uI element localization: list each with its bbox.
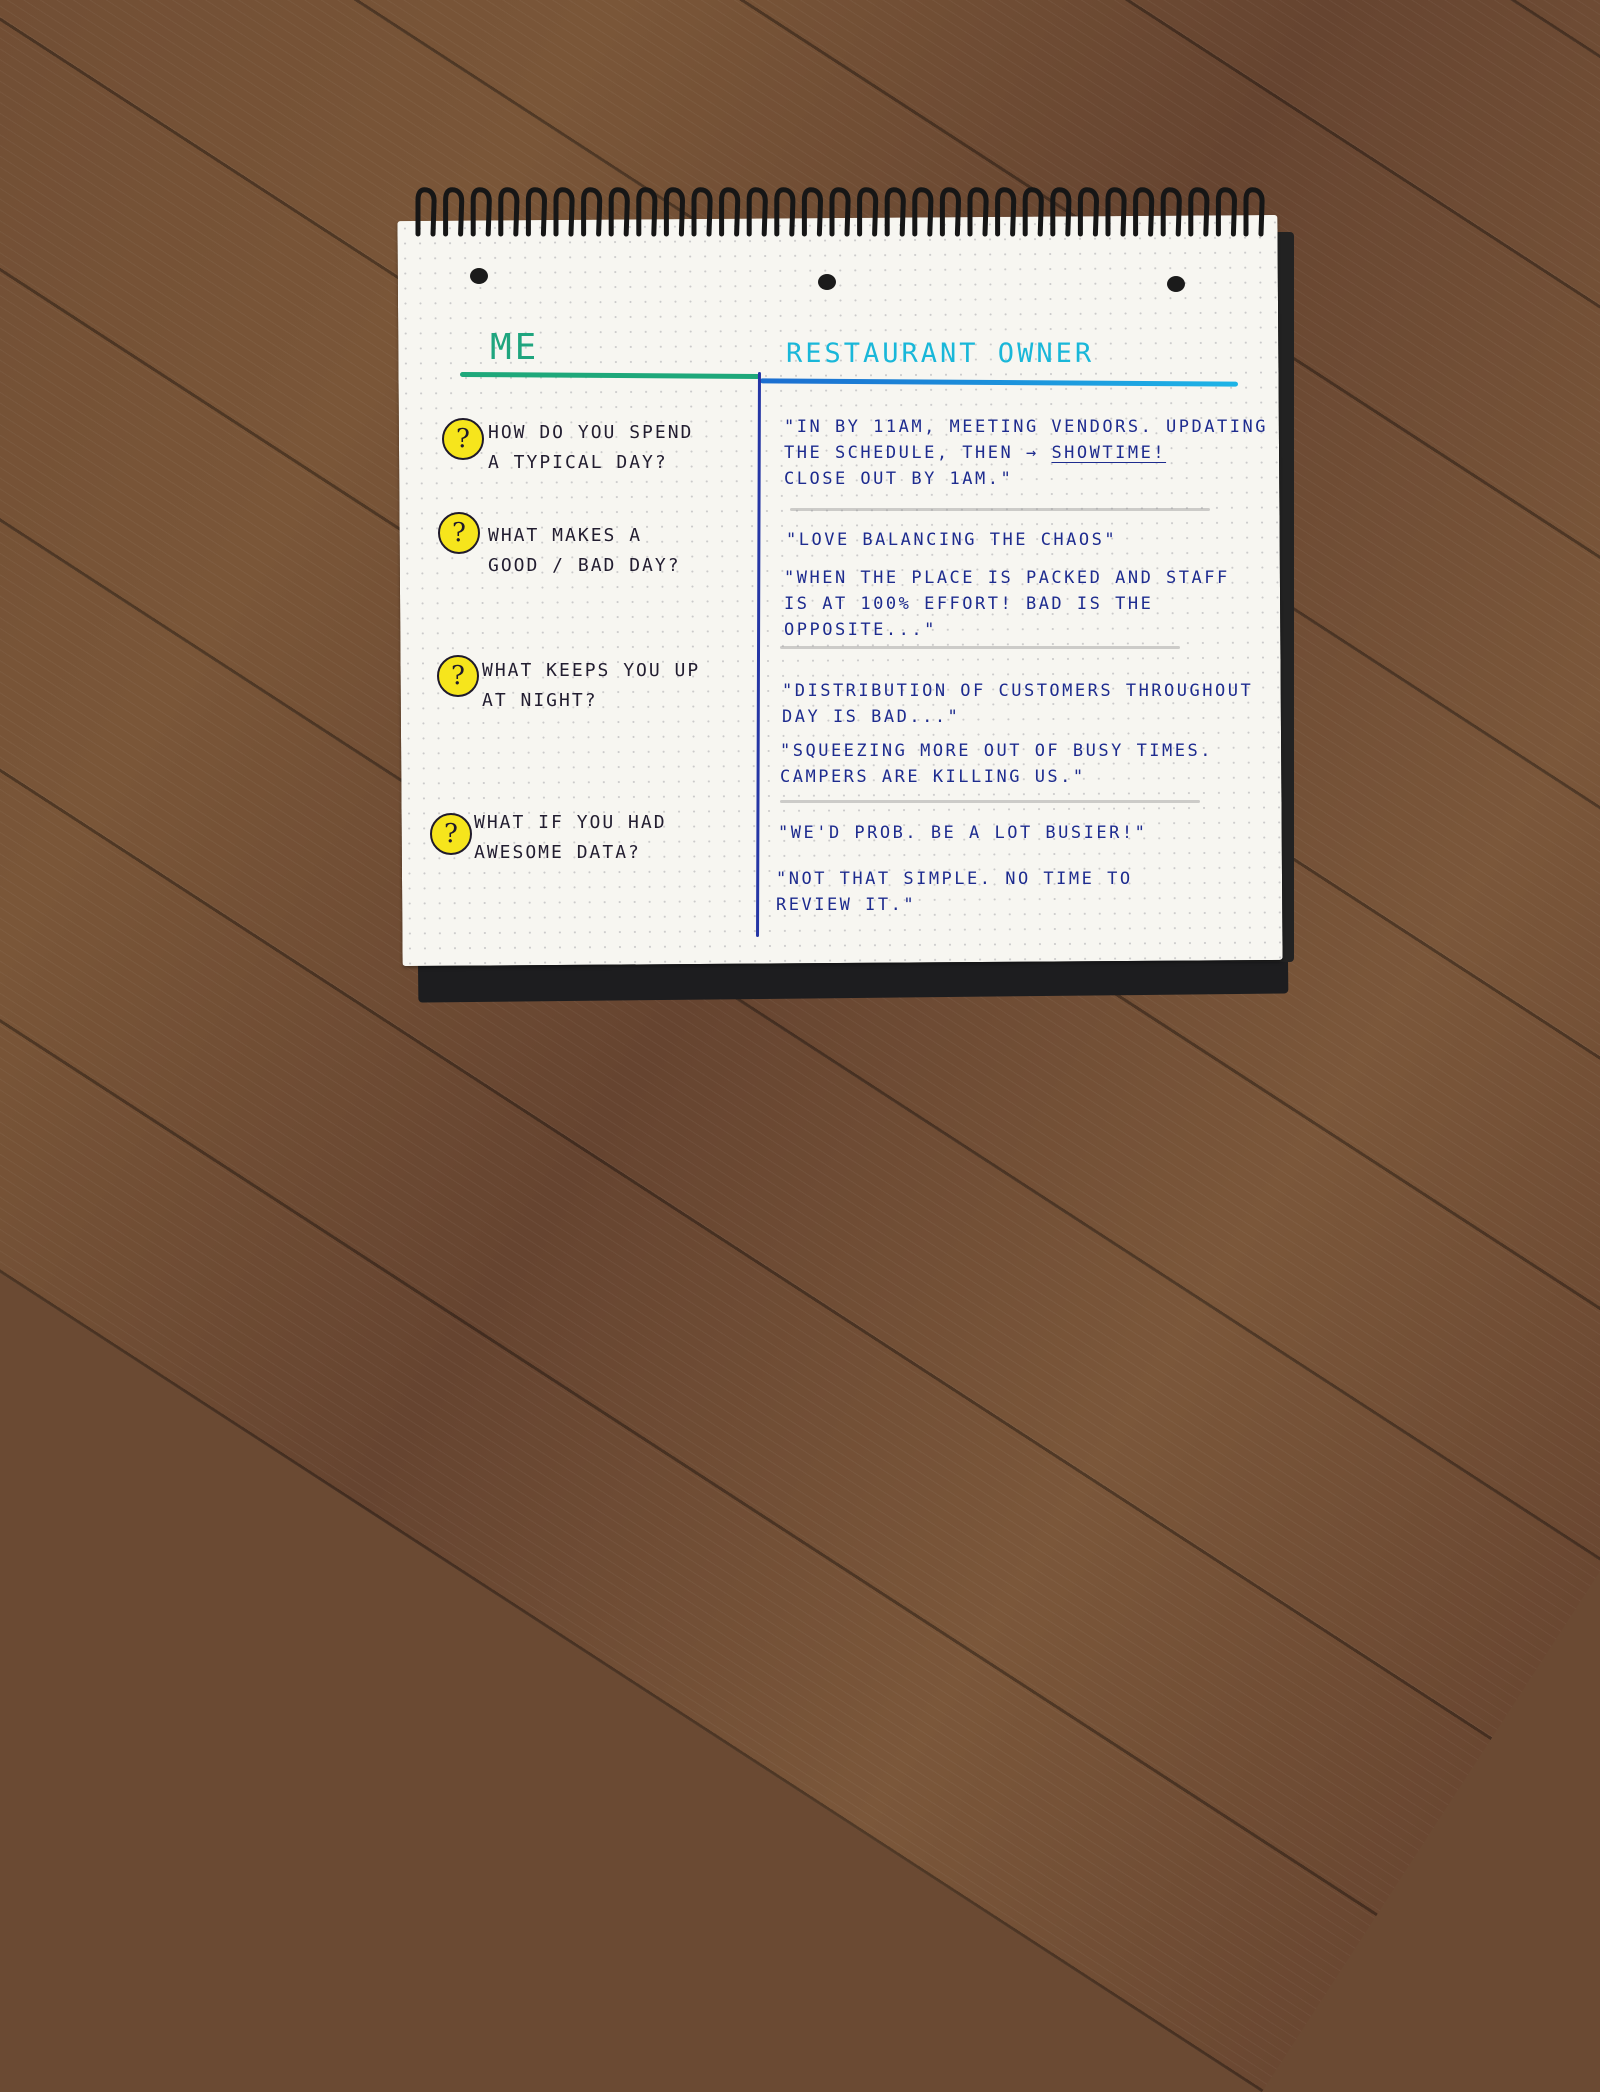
punch-hole: [470, 268, 488, 284]
spiral-coil: [663, 187, 686, 237]
spiral-coil: [470, 187, 492, 237]
spiral-coil: [608, 187, 630, 237]
row-separator: [790, 508, 1210, 511]
spiral-coil: [1215, 187, 1238, 237]
spiral-coil: [829, 187, 851, 237]
spiral-coil: [1133, 187, 1155, 237]
question-mark-icon: ?: [438, 512, 480, 554]
spiral-coil: [1188, 187, 1210, 237]
question-mark-icon: ?: [430, 813, 472, 855]
question-text: HOW DO YOU SPEND A TYPICAL DAY?: [488, 422, 694, 473]
question-text: WHAT MAKES A GOOD / BAD DAY?: [488, 525, 681, 576]
spiral-coil: [995, 187, 1017, 237]
spiral-coil: [939, 187, 962, 237]
spiral-coil: [967, 187, 989, 237]
answer-text: "LOVE BALANCING THE CHAOS": [786, 530, 1118, 550]
spiral-coil: [774, 187, 796, 237]
spiral-coil: [553, 187, 575, 237]
spiral-coil: [1022, 187, 1044, 237]
spiral-coil: [719, 187, 741, 237]
column-title-me: ME: [490, 327, 540, 368]
spiral-coil: [443, 187, 465, 237]
spiral-coil: [1105, 187, 1127, 237]
spiral-coil: [1243, 187, 1265, 237]
spiral-binding: [415, 187, 1265, 237]
row-separator: [780, 646, 1180, 649]
spiral-coil: [1050, 187, 1072, 237]
spiral-coil: [498, 187, 520, 237]
spiral-coil: [857, 187, 879, 237]
spiral-coil: [746, 187, 768, 237]
answer-text: "NOT THAT SIMPLE. NO TIME TO REVIEW IT.": [776, 869, 1133, 915]
answer-text: "WHEN THE PLACE IS PACKED AND STAFF IS A…: [784, 568, 1230, 640]
spiral-coil: [415, 187, 437, 237]
spiral-coil: [801, 187, 824, 237]
question-text: WHAT KEEPS YOU UP AT NIGHT?: [482, 660, 701, 711]
spiral-coil: [884, 187, 906, 237]
spiral-coil: [1160, 187, 1182, 237]
spiral-coil: [525, 187, 548, 237]
answer-text: "IN BY 11am, MEETING VENDORS. UPDATING T…: [784, 417, 1268, 489]
punch-hole: [1167, 276, 1185, 292]
punch-hole: [818, 274, 836, 290]
column-title-restaurant-owner: RESTAURANT OWNER: [786, 338, 1095, 369]
spiral-coil: [636, 187, 658, 237]
spiral-coil: [912, 187, 934, 237]
row-separator: [780, 800, 1200, 803]
question-mark-icon: ?: [442, 418, 484, 460]
spiral-coil: [1077, 187, 1100, 237]
question-text: WHAT IF YOU HAD AWESOME DATA?: [474, 812, 667, 863]
answer-text: "DISTRIBUTION OF CUSTOMERS THROUGHOUT DA…: [782, 681, 1254, 727]
question-mark-icon: ?: [437, 655, 479, 697]
spiral-coil: [691, 187, 713, 237]
answer-text: "SQUEEZING MORE OUT OF BUSY TIMES. CAMPE…: [780, 741, 1213, 787]
spiral-coil: [581, 187, 603, 237]
answer-text: "WE'D PROB. BE A LOT BUSIER!": [778, 823, 1148, 843]
